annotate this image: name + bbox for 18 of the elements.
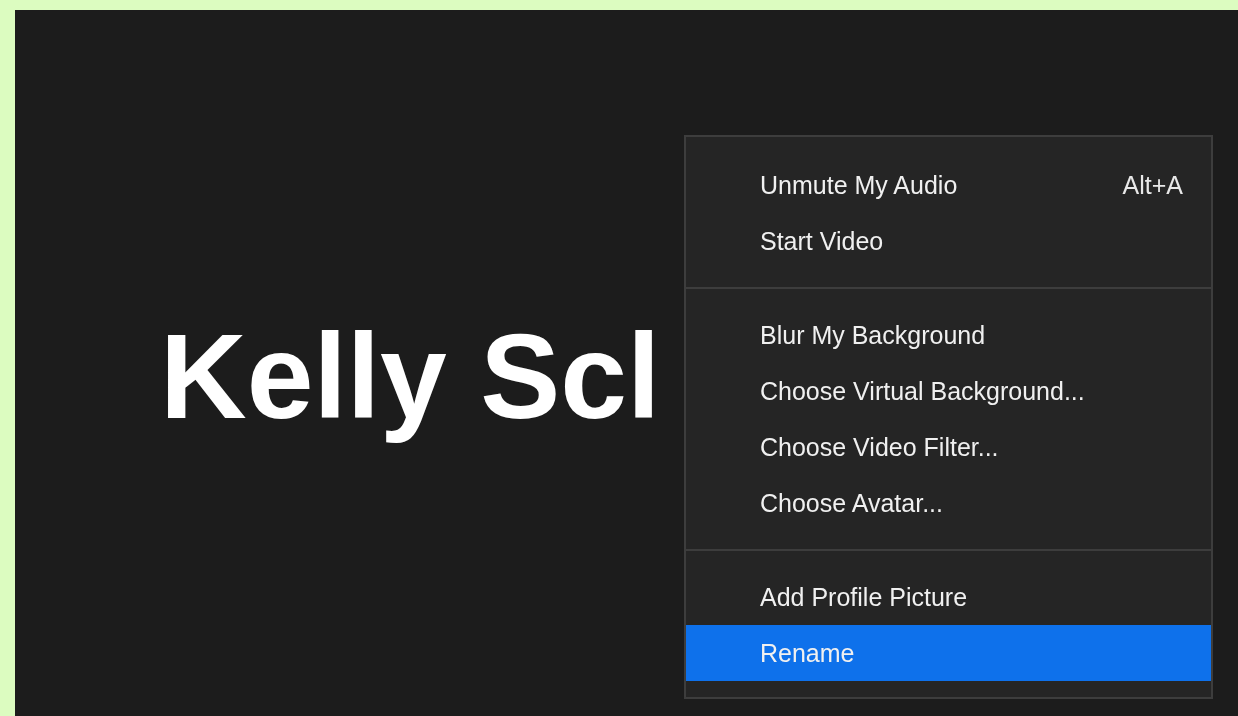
menu-item-label: Rename: [760, 638, 855, 668]
menu-item[interactable]: Choose Virtual Background...: [686, 363, 1211, 419]
menu-item[interactable]: Start Video: [686, 213, 1211, 269]
menu-item[interactable]: Choose Video Filter...: [686, 419, 1211, 475]
menu-item-label: Choose Avatar...: [760, 488, 943, 518]
menu-item-label: Blur My Background: [760, 320, 986, 350]
menu-item[interactable]: Rename: [686, 625, 1211, 681]
menu-item[interactable]: Add Profile Picture: [686, 569, 1211, 625]
menu-item[interactable]: Blur My Background: [686, 307, 1211, 363]
menu-item[interactable]: Choose Avatar...: [686, 475, 1211, 531]
menu-item[interactable]: Unmute My Audio Alt+A: [686, 157, 1211, 213]
shortcut-text: Alt+A: [1122, 170, 1183, 200]
menu-item-label: Start Video: [760, 226, 884, 256]
menu-item-label: Choose Virtual Background...: [760, 376, 1085, 406]
menu-item-label: Unmute My Audio: [760, 170, 958, 200]
participant-name: Kelly Scl: [160, 310, 661, 442]
menu-item-label: Add Profile Picture: [760, 582, 968, 612]
menu-item-label: Choose Video Filter...: [760, 432, 999, 462]
